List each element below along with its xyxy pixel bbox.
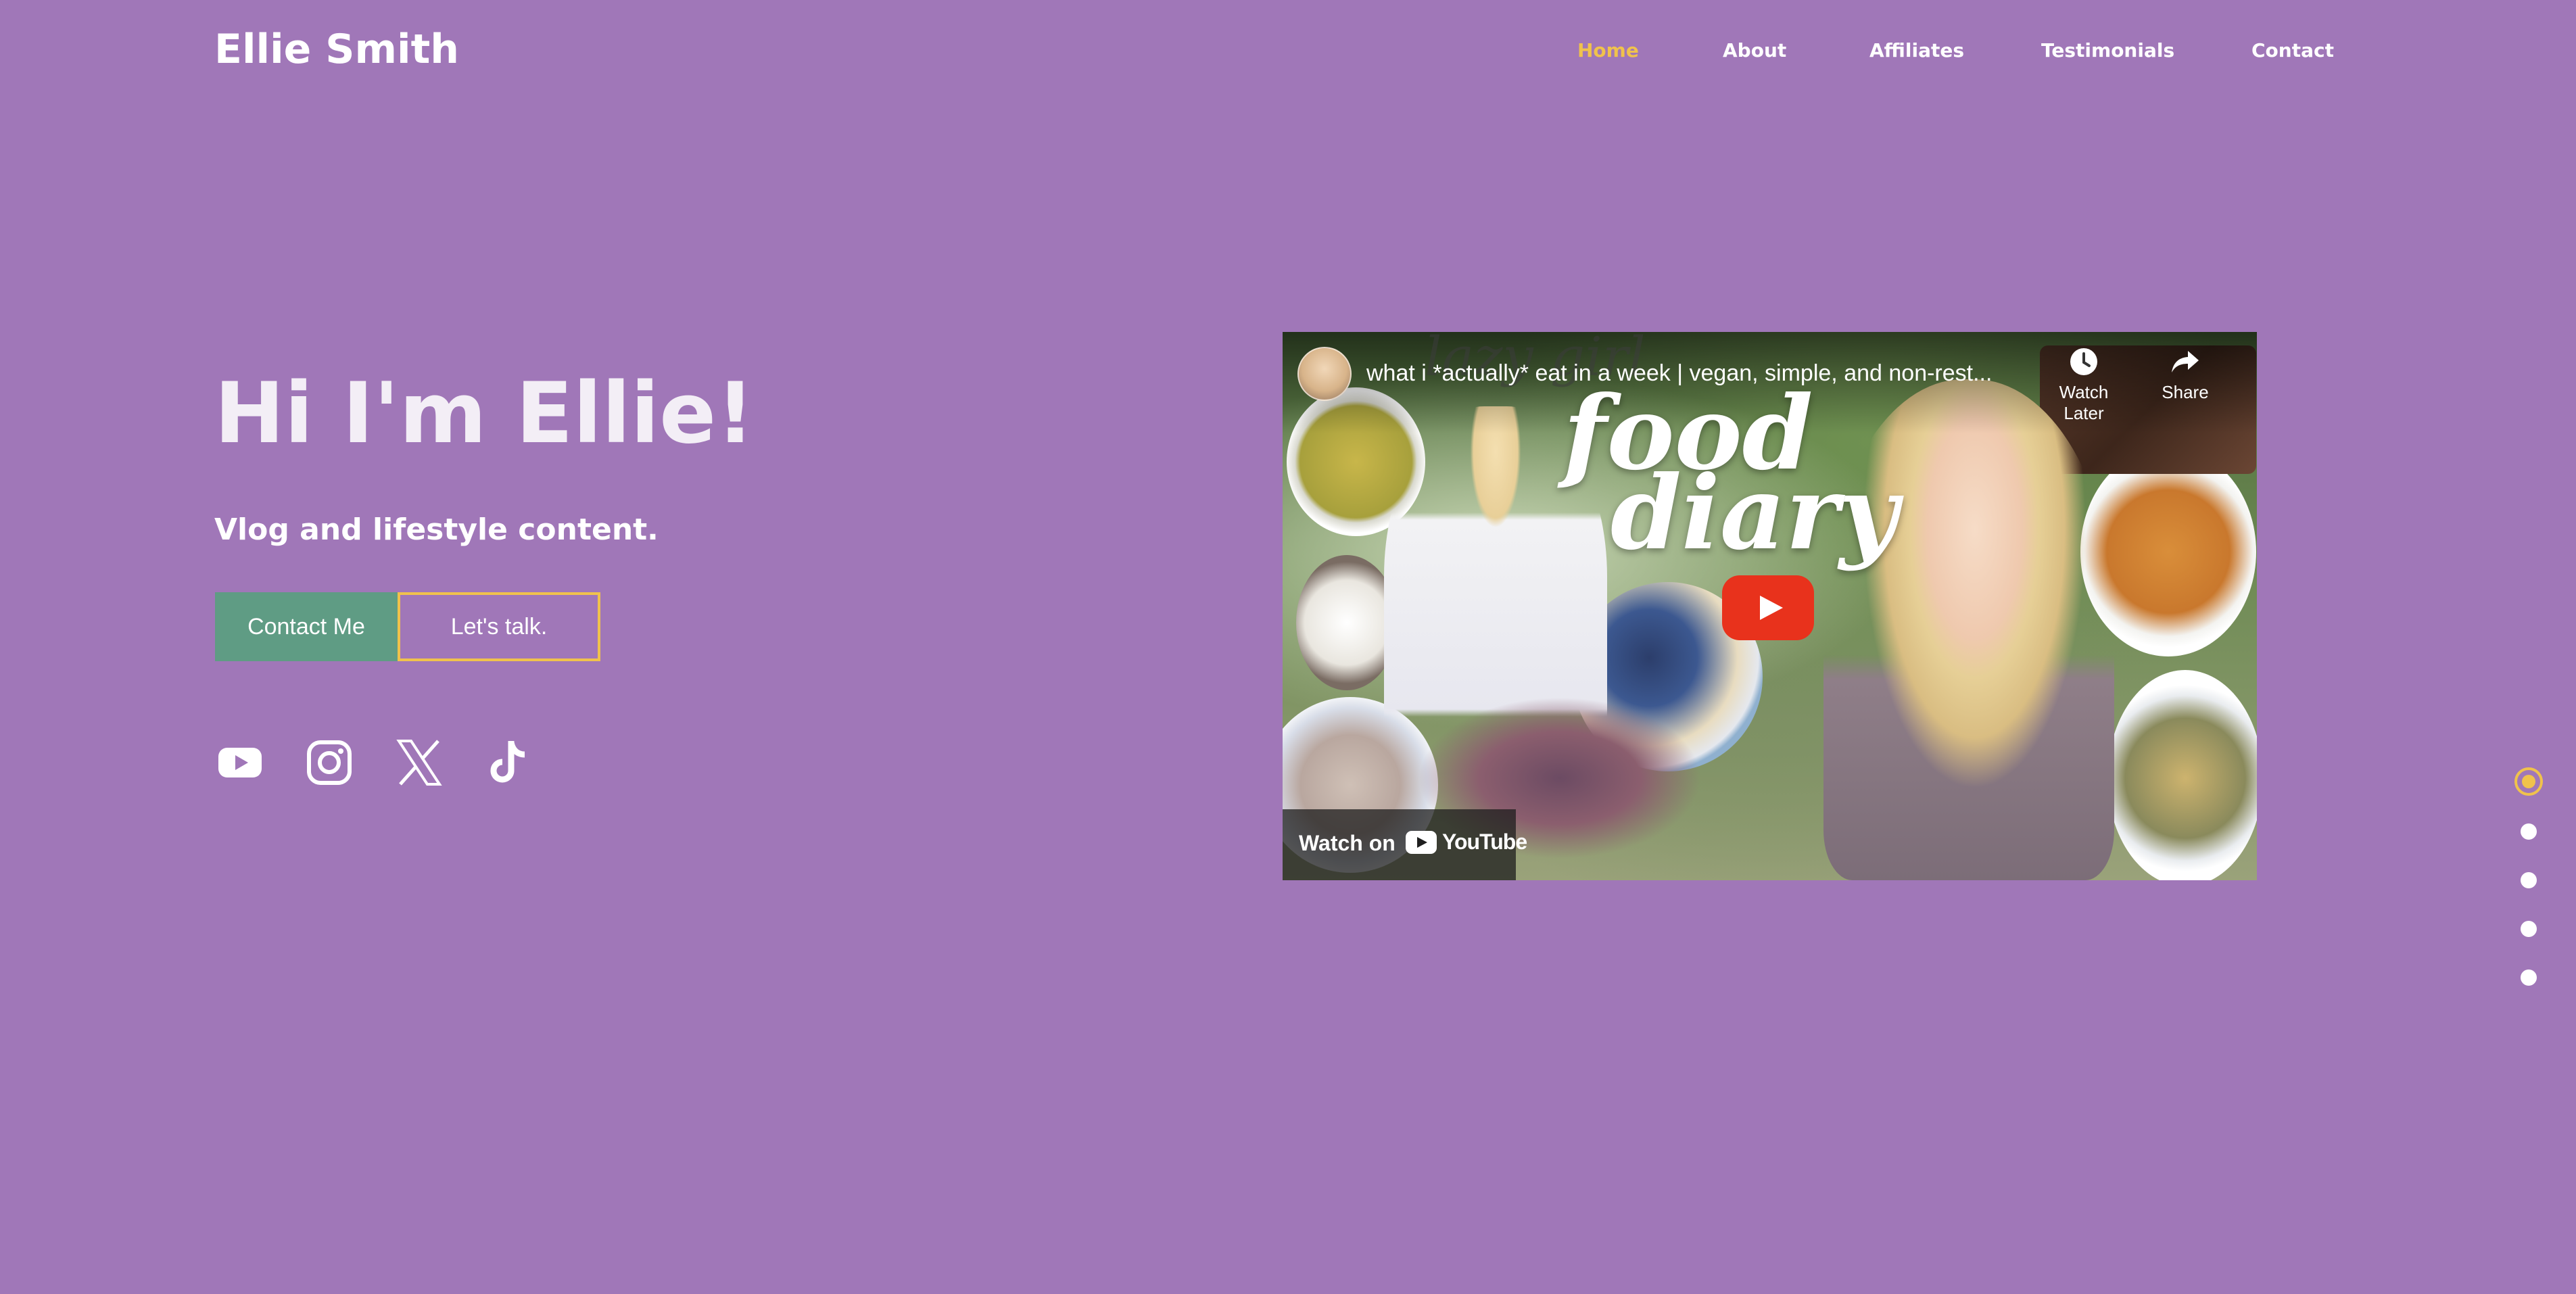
section-dot-1[interactable] [2514, 767, 2543, 796]
main-nav: Home About Affiliates Testimonials Conta… [0, 39, 2576, 69]
food-jar [1296, 555, 1398, 690]
section-dot-3[interactable] [2521, 872, 2537, 888]
watch-later-label: Watch Later [2059, 382, 2109, 423]
youtube-wordmark: YouTube [1442, 830, 1527, 854]
section-dot-2[interactable] [2521, 823, 2537, 840]
watch-on-label: Watch on [1299, 831, 1396, 855]
thumbnail-diary: diary [1611, 454, 1899, 573]
watch-later-button[interactable]: Watch Later [2043, 345, 2124, 424]
hero-title: Hi I'm Ellie! [214, 365, 755, 462]
play-button[interactable] [1722, 575, 1814, 640]
channel-avatar[interactable] [1297, 347, 1352, 401]
watch-on-youtube-button[interactable]: Watch on YouTube [1283, 809, 1527, 880]
instagram-icon[interactable] [305, 738, 354, 787]
share-button[interactable]: Share [2145, 345, 2226, 403]
nav-about[interactable]: About [1723, 39, 1786, 62]
clock-icon [2070, 348, 2097, 375]
contact-me-button[interactable]: Contact Me [215, 592, 398, 661]
nav-testimonials[interactable]: Testimonials [2041, 39, 2174, 62]
section-dot-5[interactable] [2521, 969, 2537, 986]
toast-plate [2107, 670, 2257, 880]
youtube-video-embed[interactable]: lazy girl food diary what i *actually* e… [1283, 332, 2257, 880]
share-arrow-icon [2172, 351, 2199, 373]
x-icon[interactable] [395, 738, 444, 787]
video-title[interactable]: what i *actually* eat in a week | vegan,… [1366, 360, 2022, 387]
section-dot-4[interactable] [2521, 921, 2537, 937]
nav-contact[interactable]: Contact [2251, 39, 2334, 62]
nav-affiliates[interactable]: Affiliates [1869, 39, 1964, 62]
hero-subtitle: Vlog and lifestyle content. [214, 512, 659, 547]
youtube-logo-icon [1406, 831, 1437, 854]
share-label: Share [2162, 382, 2209, 402]
lets-talk-button[interactable]: Let's talk. [398, 592, 600, 661]
tiktok-icon[interactable] [484, 738, 533, 787]
nav-home[interactable]: Home [1577, 39, 1639, 62]
youtube-icon[interactable] [216, 738, 264, 787]
